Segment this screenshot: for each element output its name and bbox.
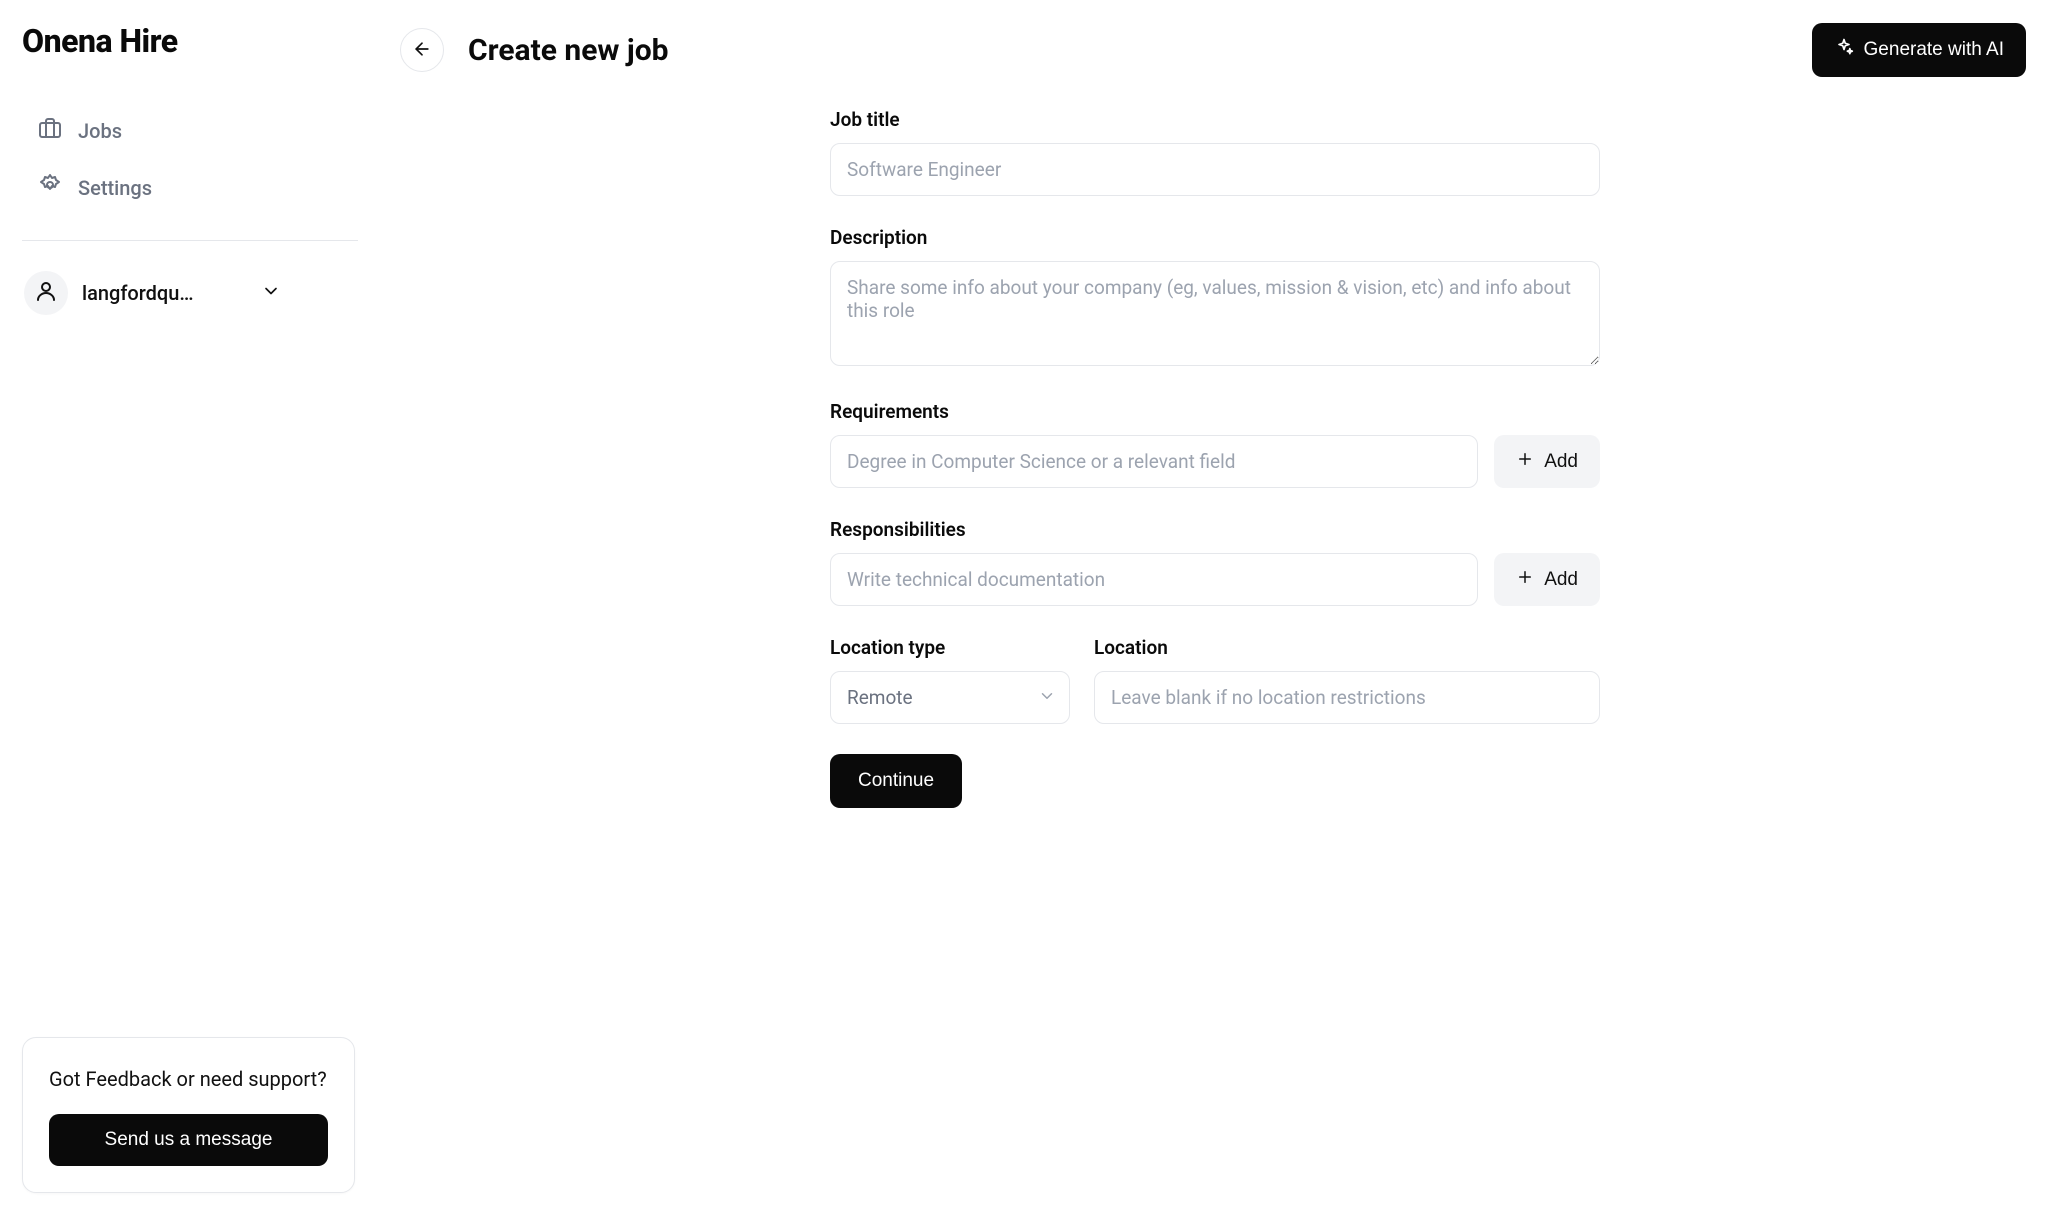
field-description: Description [830,226,1600,370]
chevron-down-icon [261,281,281,305]
field-location-type: Location type Remote [830,636,1070,724]
continue-button[interactable]: Continue [830,754,962,808]
input-requirements[interactable] [830,435,1478,488]
user-icon [34,279,58,307]
sidebar-divider [22,240,358,241]
field-location: Location [1094,636,1600,724]
user-menu[interactable]: langfordqu… [22,265,358,321]
avatar [24,271,68,315]
brand-logo: Onena Hire [22,22,358,60]
sidebar-item-settings[interactable]: Settings [22,159,358,216]
generate-ai-button[interactable]: Generate with AI [1812,23,2026,77]
add-requirement-button[interactable]: Add [1494,435,1600,488]
briefcase-icon [38,116,62,145]
sparkle-icon [1834,37,1854,63]
field-job-title: Job title [830,108,1600,196]
label-responsibilities: Responsibilities [830,518,1600,541]
label-job-title: Job title [830,108,1600,131]
add-requirement-label: Add [1544,451,1578,473]
input-job-title[interactable] [830,143,1600,196]
select-location-type[interactable]: Remote [830,671,1070,724]
field-requirements: Requirements Add [830,400,1600,488]
generate-ai-label: Generate with AI [1864,39,2004,61]
user-name: langfordqu… [82,281,247,305]
send-message-button[interactable]: Send us a message [49,1114,328,1166]
plus-icon [1516,568,1534,592]
input-description[interactable] [830,261,1600,366]
plus-icon [1516,450,1534,474]
gear-icon [38,173,62,202]
topbar: Create new job Generate with AI [400,22,2026,78]
input-responsibilities[interactable] [830,553,1478,606]
back-button[interactable] [400,28,444,72]
label-requirements: Requirements [830,400,1600,423]
sidebar-item-label: Settings [78,176,152,200]
label-description: Description [830,226,1600,249]
topbar-left: Create new job [400,28,669,72]
label-location-type: Location type [830,636,1070,659]
arrow-left-icon [412,39,432,62]
label-location: Location [1094,636,1600,659]
feedback-card: Got Feedback or need support? Send us a … [22,1037,355,1193]
sidebar: Onena Hire Jobs Settings langfordqu… [0,0,380,1215]
input-location[interactable] [1094,671,1600,724]
feedback-text: Got Feedback or need support? [49,1064,328,1094]
sidebar-item-label: Jobs [78,119,122,143]
add-responsibility-label: Add [1544,569,1578,591]
job-form: Job title Description Requirements Add R… [830,108,1600,808]
add-responsibility-button[interactable]: Add [1494,553,1600,606]
field-responsibilities: Responsibilities Add [830,518,1600,606]
page-title: Create new job [468,33,669,68]
sidebar-item-jobs[interactable]: Jobs [22,102,358,159]
